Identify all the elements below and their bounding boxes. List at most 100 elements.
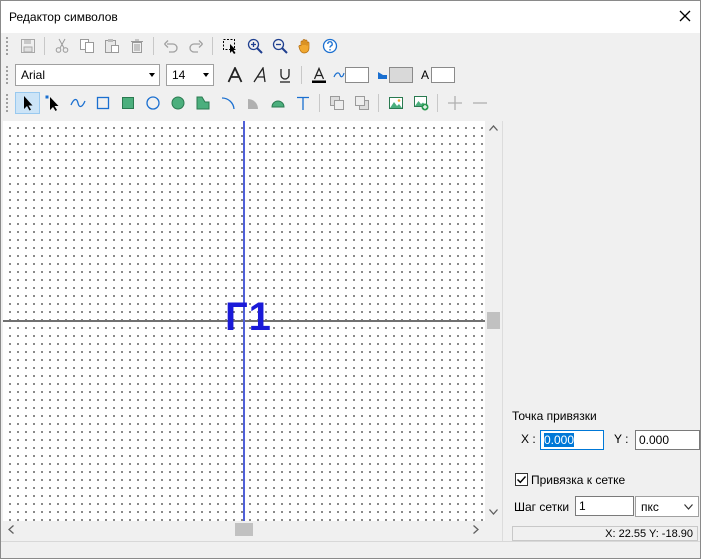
zoom-in-button[interactable] [242,35,267,57]
arc-tool-button[interactable] [215,92,240,114]
line-color-picker[interactable] [333,67,369,83]
status-bar [1,541,700,558]
paste-icon [104,39,119,53]
chevron-down-icon [149,73,155,77]
font-size-select[interactable]: 14 [166,64,214,86]
add-image-icon [413,96,428,111]
cut-button[interactable] [49,35,74,57]
anchor-y-input[interactable]: 0.000 [635,430,700,450]
checkmark-icon [517,476,527,484]
add-image-button[interactable] [408,92,433,114]
anchor-point-heading: Точка привязки [512,409,597,423]
filled-rectangle-icon [121,97,134,109]
toolbar-draw [5,91,492,115]
drawing-canvas[interactable]: Г1 [3,121,485,521]
font-size-icon [227,67,242,83]
scroll-up-icon[interactable] [489,125,498,131]
symbol-editor-window: Редактор символов Arial 14 A Г1 Точка пр… [0,0,701,559]
text-color-button[interactable] [306,64,331,86]
text-fill-swatch[interactable] [431,67,456,83]
grid-unit-select[interactable]: пкс [635,496,699,517]
save-icon [20,39,35,53]
window-title: Редактор символов [9,10,118,24]
sector-tool-button[interactable] [240,92,265,114]
text-tool-button[interactable] [290,92,315,114]
send-back-button[interactable] [349,92,374,114]
line-style-icon [333,72,345,78]
snap-to-grid-label[interactable]: Привязка к сетке [531,473,625,487]
rectangle-tool-button[interactable] [90,92,115,114]
pointer-tool-button[interactable] [15,92,40,114]
scroll-down-icon[interactable] [489,509,498,515]
zoom-out-button[interactable] [267,35,292,57]
scroll-left-icon[interactable] [8,525,14,534]
filled-rectangle-tool-button[interactable] [115,92,140,114]
pointer-icon [23,96,32,111]
ellipse-tool-button[interactable] [140,92,165,114]
fill-icon [378,72,387,79]
polygon-tool-button[interactable] [190,92,215,114]
remove-point-button[interactable] [467,92,492,114]
undo-button[interactable] [158,35,183,57]
toolbar-separator [378,94,379,112]
help-button[interactable] [317,35,342,57]
select-region-button[interactable] [217,35,242,57]
italic-icon [252,67,266,83]
underline-button[interactable] [272,64,297,86]
grid-step-label: Шаг сетки [514,500,570,514]
text-tool-icon [296,96,309,110]
redo-button[interactable] [183,35,208,57]
arc-icon [221,97,235,110]
toolbar-grip[interactable] [5,36,9,56]
vertical-scrollbar[interactable] [485,121,502,521]
curve-icon [69,98,86,108]
toolbar-grip[interactable] [5,93,9,113]
sector-icon [247,99,258,109]
bring-front-icon [329,96,344,110]
filled-ellipse-tool-button[interactable] [165,92,190,114]
scroll-right-icon[interactable] [473,525,479,534]
font-size-button[interactable] [222,64,247,86]
close-button[interactable] [670,1,700,31]
delete-button[interactable] [124,35,149,57]
segment-icon [270,100,285,108]
font-family-select[interactable]: Arial [15,64,160,86]
help-icon [322,38,337,54]
toolbar-separator [212,37,213,55]
save-button[interactable] [15,35,40,57]
text-fill-picker[interactable]: A [421,67,456,83]
panel-divider[interactable] [502,121,503,541]
anchor-y-label: Y : [614,432,629,446]
toolbar-grip[interactable] [5,65,9,85]
image-button[interactable] [383,92,408,114]
horizontal-scrollbar[interactable] [3,521,485,538]
snap-to-grid-checkbox[interactable] [515,473,528,486]
add-point-button[interactable] [442,92,467,114]
bring-front-button[interactable] [324,92,349,114]
cut-icon [55,38,68,53]
italic-button[interactable] [247,64,272,86]
rectangle-icon [96,96,109,110]
paste-button[interactable] [99,35,124,57]
redo-icon [188,40,203,53]
segment-tool-button[interactable] [265,92,290,114]
fill-color-picker[interactable] [377,67,413,83]
zoom-out-icon [272,38,288,54]
vertical-scroll-thumb[interactable] [487,312,500,329]
fill-color-swatch[interactable] [389,67,413,83]
curve-tool-button[interactable] [65,92,90,114]
horizontal-scroll-thumb[interactable] [235,523,253,536]
zoom-in-icon [247,38,263,54]
grid-step-input[interactable]: 1 [575,496,634,516]
pan-button[interactable] [292,35,317,57]
symbol-glyph[interactable]: Г1 [225,295,272,340]
delete-icon [130,39,143,53]
copy-button[interactable] [74,35,99,57]
node-select-button[interactable] [40,92,65,114]
anchor-x-input[interactable]: 0.000 [540,430,604,450]
toolbar-separator [319,94,320,112]
toolbar-separator [437,94,438,112]
send-back-icon [354,96,369,110]
text-color-icon [311,67,326,83]
line-color-swatch[interactable] [345,67,369,83]
